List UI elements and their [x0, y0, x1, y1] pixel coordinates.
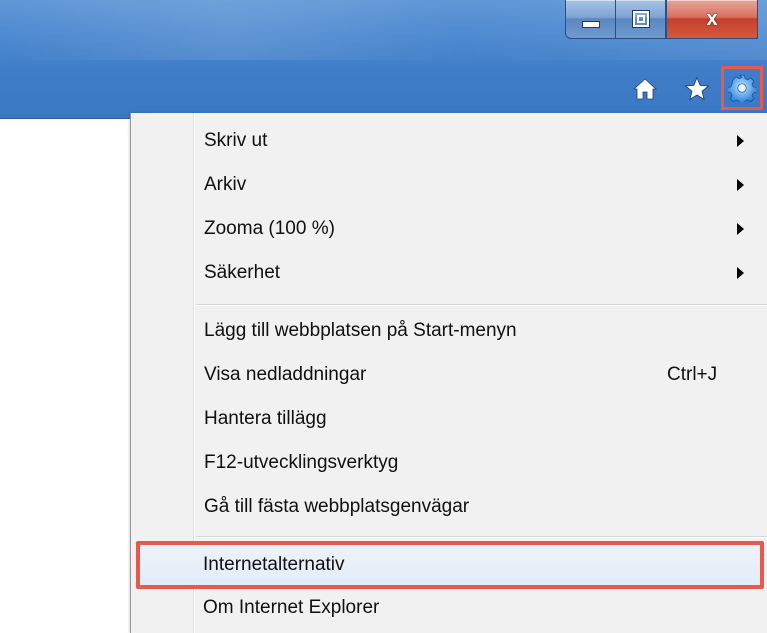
menu-item-label: Lägg till webbplatsen på Start-menyn — [204, 320, 517, 341]
menu-separator — [196, 536, 767, 538]
favorites-button[interactable] — [683, 74, 711, 104]
tools-button[interactable] — [721, 66, 763, 110]
close-button[interactable]: x — [666, 0, 758, 39]
submenu-arrow-icon — [737, 179, 744, 191]
star-icon — [684, 76, 710, 101]
menu-item-dev-tools[interactable]: F12-utvecklingsverktyg — [131, 441, 767, 485]
submenu-arrow-icon — [737, 223, 744, 235]
home-button[interactable] — [631, 74, 659, 104]
menu-item-shortcut: Ctrl+J — [667, 364, 718, 385]
menu-item-pinned-sites[interactable]: Gå till fästa webbplatsgenvägar — [131, 485, 767, 529]
menu-item-label: Visa nedladdningar — [204, 364, 367, 385]
menu-item-add-to-start[interactable]: Lägg till webbplatsen på Start-menyn — [131, 309, 767, 353]
menu-item-about[interactable]: Om Internet Explorer — [130, 588, 767, 632]
restore-button[interactable] — [615, 0, 666, 39]
menu-item-label: Arkiv — [204, 174, 247, 195]
gear-icon — [728, 74, 756, 102]
minimize-button[interactable] — [565, 0, 615, 39]
close-icon: x — [706, 7, 718, 30]
submenu-arrow-icon — [737, 135, 744, 147]
menu-item-zoom[interactable]: Zooma (100 %) — [131, 207, 767, 251]
menu-item-label: Säkerhet — [204, 262, 281, 283]
menu-item-print[interactable]: Skriv ut — [131, 119, 767, 163]
menu-item-label: Zooma (100 %) — [204, 218, 335, 239]
minimize-icon — [581, 20, 600, 28]
menu-item-label: Gå till fästa webbplatsgenvägar — [204, 496, 470, 517]
menu-item-label: Skriv ut — [204, 130, 268, 151]
home-icon — [633, 78, 657, 100]
menu-item-view-downloads[interactable]: Visa nedladdningar Ctrl+J — [131, 353, 767, 397]
menu-item-internet-options[interactable]: Internetalternativ — [136, 541, 764, 589]
menu-item-label: Hantera tillägg — [204, 408, 327, 429]
restore-icon — [631, 10, 650, 28]
menu-item-label: Internetalternativ — [203, 554, 345, 575]
window-caption-buttons: x — [565, 0, 758, 41]
menu-item-file[interactable]: Arkiv — [131, 163, 767, 207]
menu-item-safety[interactable]: Säkerhet — [131, 251, 767, 295]
browser-toolbar: x — [0, 0, 767, 119]
menu-item-manage-addons[interactable]: Hantera tillägg — [131, 397, 767, 441]
menu-separator — [196, 304, 767, 306]
menu-item-label: F12-utvecklingsverktyg — [204, 452, 399, 473]
menu-item-label: Om Internet Explorer — [203, 597, 380, 618]
submenu-arrow-icon — [737, 267, 744, 279]
